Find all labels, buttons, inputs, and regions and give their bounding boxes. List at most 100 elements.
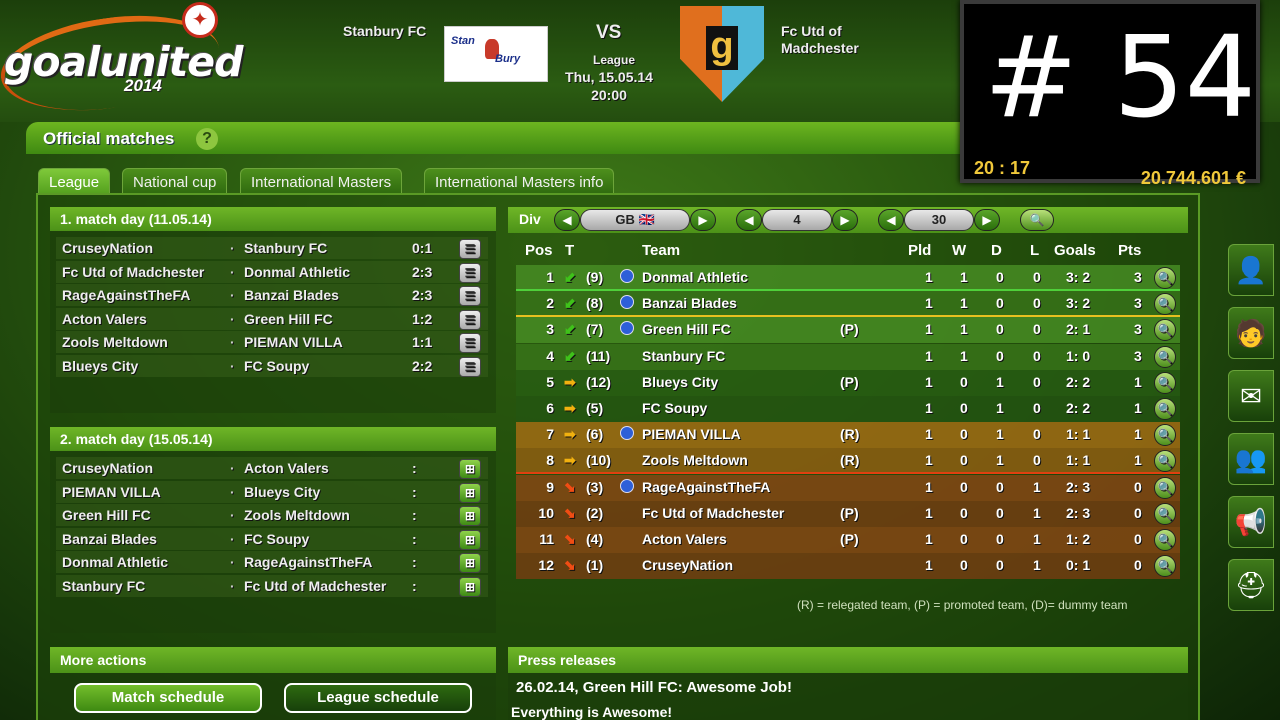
match-row[interactable]: PIEMAN VILLA · Blueys City: ⊞ (62, 482, 486, 506)
info-icon[interactable] (620, 295, 634, 310)
standings-row[interactable]: 8 ➡ (10) Zools Meltdown (R) 1 0 1 0 1: 1 1 🔍 (516, 448, 1180, 475)
standings-team[interactable]: PIEMAN VILLA (642, 426, 741, 442)
team-details-icon[interactable]: 🔍 (1154, 371, 1176, 394)
team-details-icon[interactable]: 🔍 (1154, 398, 1176, 420)
match-report-icon[interactable]: ☰ (459, 309, 481, 330)
megaphone-icon[interactable]: 📢 (1228, 496, 1274, 548)
standings-row[interactable]: 12 ⬊ (1) CruseyNation 1 0 0 1 0: 1 0 🔍 (516, 553, 1180, 580)
tab-league[interactable]: League (38, 168, 111, 194)
country-prev-icon[interactable]: ◀ (554, 209, 580, 231)
press-headline[interactable]: 26.02.14, Green Hill FC: Awesome Job! (516, 679, 792, 696)
match-away-team[interactable]: Zools Meltdown (244, 507, 350, 523)
match-home-team[interactable]: Green Hill FC (62, 507, 151, 523)
help-icon[interactable]: ? (196, 128, 218, 150)
standings-team[interactable]: Acton Valers (642, 531, 727, 547)
match-row[interactable]: Acton Valers · Green Hill FC 1:2 ☰ (62, 309, 486, 333)
match-home-team[interactable]: Stanbury FC (62, 578, 145, 594)
match-home-team[interactable]: CruseyNation (62, 460, 153, 476)
match-preview-icon[interactable]: ⊞ (459, 577, 481, 597)
standings-team[interactable]: RageAgainstTheFA (642, 479, 770, 495)
lifebuoy-icon[interactable]: ⛑ (1228, 559, 1274, 611)
standings-row[interactable]: 7 ➡ (6) PIEMAN VILLA (R) 1 0 1 0 1: 1 1 🔍 (516, 422, 1180, 449)
tab-international-masters[interactable]: International Masters (240, 168, 403, 194)
standings-row[interactable]: 2 ⬋ (8) Banzai Blades 1 1 0 0 3: 2 3 🔍 (516, 291, 1180, 318)
division-select[interactable]: 4 (762, 209, 832, 231)
country-select[interactable]: GB 🇬🇧 (580, 209, 690, 231)
league-select[interactable]: 30 (904, 209, 974, 231)
standings-row[interactable]: 4 ⬋ (11) Stanbury FC 1 1 0 0 1: 0 3 🔍 (516, 343, 1180, 370)
team-details-icon[interactable]: 🔍 (1154, 502, 1176, 525)
team-details-icon[interactable]: 🔍 (1154, 555, 1176, 578)
standings-row[interactable]: 9 ⬊ (3) RageAgainstTheFA 1 0 0 1 2: 3 0 🔍 (516, 474, 1180, 501)
match-row[interactable]: Banzai Blades · FC Soupy: ⊞ (62, 529, 486, 553)
match-home-team[interactable]: Zools Meltdown (62, 334, 168, 350)
standings-team[interactable]: Blueys City (642, 374, 718, 390)
match-row[interactable]: Fc Utd of Madchester · Donmal Athletic 2:3 ☰ (62, 262, 486, 286)
info-icon[interactable] (620, 269, 634, 283)
match-away-team[interactable]: PIEMAN VILLA (244, 334, 343, 350)
search-league-icon[interactable]: 🔍 (1020, 209, 1054, 231)
country-next-icon[interactable]: ▶ (690, 209, 716, 231)
match-preview-icon[interactable]: ⊞ (459, 459, 481, 479)
standings-team[interactable]: Donmal Athletic (642, 269, 748, 285)
match-report-icon[interactable]: ☰ (459, 286, 481, 307)
team-details-icon[interactable]: 🔍 (1154, 267, 1176, 289)
match-row[interactable]: RageAgainstTheFA · Banzai Blades 2:3 ☰ (62, 286, 486, 309)
match-home-team[interactable]: Banzai Blades (62, 531, 157, 547)
standings-team[interactable]: Stanbury FC (642, 348, 725, 364)
match-home-team[interactable]: RageAgainstTheFA (62, 287, 190, 303)
match-home-team[interactable]: Blueys City (62, 358, 138, 374)
info-icon[interactable] (620, 321, 634, 336)
match-schedule-button[interactable]: Match schedule (74, 683, 262, 713)
match-home-team[interactable]: CruseyNation (62, 240, 153, 256)
match-row[interactable]: Donmal Athletic · RageAgainstTheFA: ⊞ (62, 553, 486, 576)
team-details-icon[interactable]: 🔍 (1154, 424, 1176, 447)
match-preview-icon[interactable]: ⊞ (459, 506, 481, 527)
standings-row[interactable]: 6 ➡ (5) FC Soupy 1 0 1 0 2: 2 1 🔍 (516, 396, 1180, 422)
standings-row[interactable]: 10 ⬊ (2) Fc Utd of Madchester (P) 1 0 0 1 2: 3 0 🔍 (516, 500, 1180, 527)
tab-national-cup[interactable]: National cup (122, 168, 228, 194)
division-next-icon[interactable]: ▶ (832, 209, 858, 231)
home-team-logo[interactable]: Stan Bury (444, 26, 548, 82)
match-away-team[interactable]: FC Soupy (244, 358, 309, 374)
match-away-team[interactable]: FC Soupy (244, 531, 309, 547)
match-home-team[interactable]: PIEMAN VILLA (62, 484, 161, 500)
standings-row[interactable]: 5 ➡ (12) Blueys City (P) 1 0 1 0 2: 2 1 🔍 (516, 369, 1180, 396)
standings-team[interactable]: Green Hill FC (642, 321, 731, 337)
team-details-icon[interactable]: 🔍 (1154, 476, 1176, 499)
tab-international-masters-info[interactable]: International Masters info (424, 168, 615, 194)
team-details-icon[interactable]: 🔍 (1154, 293, 1176, 316)
match-home-team[interactable]: Fc Utd of Madchester (62, 264, 204, 280)
team-chat-icon[interactable]: 👥 (1228, 433, 1274, 485)
division-prev-icon[interactable]: ◀ (736, 209, 762, 231)
match-away-team[interactable]: Acton Valers (244, 460, 329, 476)
match-home-team[interactable]: Donmal Athletic (62, 554, 168, 570)
standings-row[interactable]: 3 ⬋ (7) Green Hill FC (P) 1 1 0 0 2: 1 3 🔍 (516, 317, 1180, 344)
match-away-team[interactable]: Fc Utd of Madchester (244, 578, 386, 594)
match-away-team[interactable]: Donmal Athletic (244, 264, 350, 280)
match-away-team[interactable]: Green Hill FC (244, 311, 333, 327)
match-report-icon[interactable]: ☰ (459, 262, 481, 283)
match-row[interactable]: CruseyNation · Acton Valers: ⊞ (62, 459, 486, 482)
match-away-team[interactable]: Stanbury FC (244, 240, 327, 256)
manager-icon[interactable]: 🧑 (1228, 307, 1274, 359)
league-next-icon[interactable]: ▶ (974, 209, 1000, 231)
away-team-badge[interactable]: g (680, 6, 764, 102)
match-row[interactable]: Blueys City · FC Soupy 2:2 ☰ (62, 357, 486, 380)
match-row[interactable]: Green Hill FC · Zools Meltdown: ⊞ (62, 506, 486, 529)
standings-team[interactable]: Zools Meltdown (642, 452, 748, 468)
info-icon[interactable] (620, 426, 634, 441)
match-away-team[interactable]: Blueys City (244, 484, 320, 500)
match-preview-icon[interactable]: ⊞ (459, 529, 481, 550)
standings-team[interactable]: FC Soupy (642, 400, 707, 416)
team-details-icon[interactable]: 🔍 (1154, 319, 1176, 342)
standings-row[interactable]: 1 ⬋ (9) Donmal Athletic 1 1 0 0 3: 2 3 🔍 (516, 265, 1180, 291)
league-schedule-button[interactable]: League schedule (284, 683, 472, 713)
mail-icon[interactable]: ✉ (1228, 370, 1274, 422)
home-team-name[interactable]: Stanbury FC (343, 23, 426, 39)
match-row[interactable]: Zools Meltdown · PIEMAN VILLA 1:1 ☰ (62, 333, 486, 356)
match-report-icon[interactable]: ☰ (459, 333, 481, 354)
match-home-team[interactable]: Acton Valers (62, 311, 147, 327)
standings-team[interactable]: CruseyNation (642, 557, 733, 573)
match-preview-icon[interactable]: ⊞ (459, 482, 481, 503)
